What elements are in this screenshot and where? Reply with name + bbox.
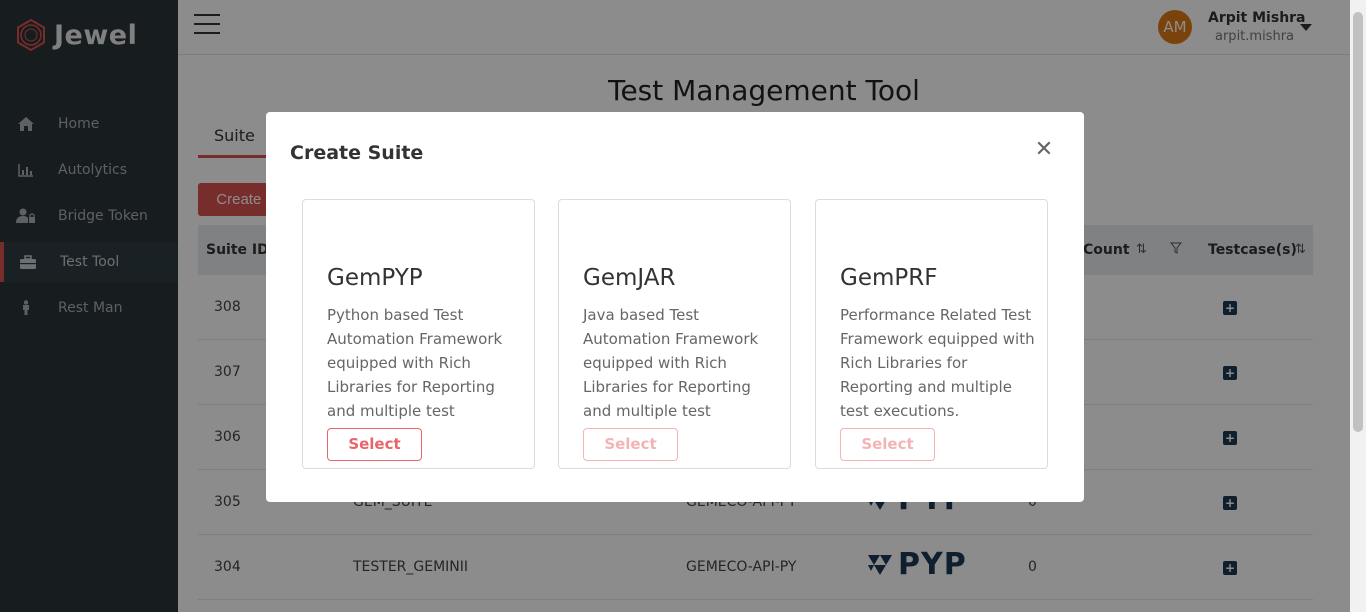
scrollbar-thumb[interactable] — [1353, 12, 1363, 432]
framework-card-gemjar[interactable]: GemJAR Java based Test Automation Framew… — [558, 199, 791, 469]
select-gempyp-button[interactable]: Select — [327, 428, 422, 461]
card-title: GemPRF — [840, 265, 938, 291]
framework-card-gemprf[interactable]: GemPRF Performance Related Test Framewor… — [815, 199, 1048, 469]
page-scrollbar[interactable] — [1350, 0, 1366, 612]
create-suite-modal: Create Suite ✕ GemPYP Python based Test … — [266, 112, 1084, 502]
card-description: Java based Test Automation Framework equ… — [583, 306, 759, 444]
card-title: GemPYP — [327, 265, 423, 291]
card-title: GemJAR — [583, 265, 676, 291]
select-gemjar-button[interactable]: Select — [583, 428, 678, 461]
close-icon[interactable]: ✕ — [1034, 139, 1054, 161]
card-description: Python based Test Automation Framework e… — [327, 306, 503, 444]
card-description: Performance Related Test Framework equip… — [840, 306, 1035, 420]
select-gemprf-button[interactable]: Select — [840, 428, 935, 461]
modal-title: Create Suite — [290, 142, 424, 164]
framework-card-gempyp[interactable]: GemPYP Python based Test Automation Fram… — [302, 199, 535, 469]
